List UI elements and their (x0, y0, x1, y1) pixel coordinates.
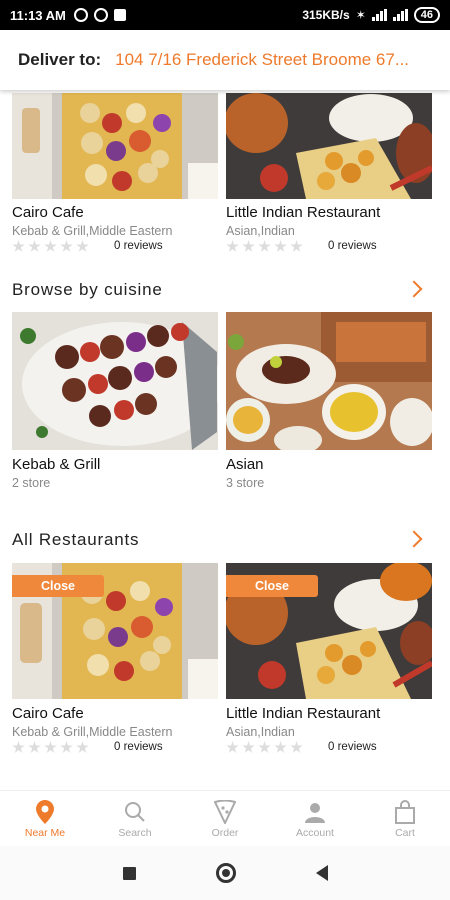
closed-badge: Close (12, 575, 104, 597)
star-icon (28, 741, 41, 753)
nav-search[interactable]: Search (90, 791, 180, 846)
battery-icon: 46 (413, 7, 440, 23)
status-time: 11:13 AM (10, 7, 66, 23)
star-icon (12, 240, 25, 252)
star-icon (242, 741, 255, 753)
nav-account[interactable]: Account (270, 791, 360, 846)
star-icon (274, 240, 287, 252)
cuisine-store-count: 2 store (12, 476, 51, 490)
star-icon (258, 240, 271, 252)
review-count: 0 reviews (328, 240, 377, 252)
star-icon (274, 741, 287, 753)
star-icon (290, 741, 303, 753)
rating-stars (226, 240, 303, 253)
cuisine-image[interactable] (226, 312, 432, 450)
restaurant-name[interactable]: Little Indian Restaurant (226, 204, 380, 221)
account-icon (302, 799, 328, 825)
star-icon (76, 240, 89, 252)
nav-label: Search (118, 826, 152, 839)
trash-icon (113, 9, 126, 21)
nav-label: Order (211, 826, 239, 839)
cuisine-store-count: 3 store (226, 476, 265, 490)
chevron-right-icon[interactable] (405, 280, 423, 298)
bluetooth-icon: ✶ (355, 8, 366, 22)
star-icon (28, 240, 41, 252)
review-count: 0 reviews (328, 741, 377, 753)
restaurant-cuisine: Kebab & Grill,Middle Eastern (12, 224, 173, 238)
star-icon (44, 741, 57, 753)
delivery-address[interactable]: 104 7/16 Frederick Street Broome 67... (115, 50, 409, 70)
restaurant-image[interactable]: Close (12, 563, 218, 699)
shopping-bag-icon (392, 799, 418, 825)
recents-icon[interactable] (122, 866, 136, 880)
rating-stars (12, 240, 89, 253)
restaurant-name[interactable]: Little Indian Restaurant (226, 705, 380, 722)
closed-badge: Close (226, 575, 318, 597)
restaurant-image[interactable] (226, 93, 432, 199)
asian-food-image (226, 312, 432, 450)
search-icon (122, 799, 148, 825)
star-icon (226, 240, 239, 252)
nav-label: Near Me (24, 826, 66, 839)
curry-image (226, 93, 432, 199)
star-icon (60, 741, 73, 753)
signal-icon (371, 9, 387, 21)
cuisine-image[interactable] (12, 312, 218, 450)
nav-near-me[interactable]: Near Me (0, 791, 90, 846)
nav-label: Cart (395, 826, 415, 839)
location-pin-icon (32, 799, 58, 825)
restaurant-name[interactable]: Cairo Cafe (12, 705, 84, 722)
restaurant-image[interactable]: Close (226, 563, 432, 699)
restaurant-name[interactable]: Cairo Cafe (12, 204, 84, 221)
nav-order[interactable]: Order (180, 791, 270, 846)
section-title-all-restaurants: All Restaurants (12, 530, 140, 549)
star-icon (242, 240, 255, 252)
review-count: 0 reviews (114, 741, 163, 753)
star-icon (290, 240, 303, 252)
star-icon (258, 741, 271, 753)
notification-icon (93, 8, 108, 22)
restaurant-image[interactable] (12, 93, 218, 199)
restaurant-cuisine: Asian,Indian (226, 725, 295, 739)
back-icon[interactable] (315, 865, 328, 881)
grill-image (12, 312, 218, 450)
pizza-slice-icon (212, 799, 238, 825)
rating-stars (226, 741, 303, 754)
cuisine-name[interactable]: Asian (226, 456, 264, 473)
notification-icon (73, 8, 88, 22)
signal-icon (392, 9, 408, 21)
rating-stars (12, 741, 89, 754)
star-icon (226, 741, 239, 753)
scroll-content[interactable]: Cairo Cafe Kebab & Grill,Middle Eastern … (0, 90, 450, 790)
star-icon (76, 741, 89, 753)
status-bar: 11:13 AM 315KB/s ✶ 46 (0, 0, 450, 30)
restaurant-cuisine: Asian,Indian (226, 224, 295, 238)
deliver-label: Deliver to: (18, 50, 102, 69)
nav-label: Account (296, 826, 334, 839)
kebab-image (12, 93, 218, 199)
system-nav-bar (0, 846, 450, 900)
star-icon (12, 741, 25, 753)
chevron-right-icon[interactable] (405, 530, 423, 548)
restaurant-cuisine: Kebab & Grill,Middle Eastern (12, 725, 173, 739)
home-icon[interactable] (215, 863, 236, 883)
star-icon (44, 240, 57, 252)
cuisine-name[interactable]: Kebab & Grill (12, 456, 100, 473)
section-title-browse: Browse by cuisine (12, 280, 163, 299)
review-count: 0 reviews (114, 240, 163, 252)
network-speed: 315KB/s (302, 8, 350, 22)
deliver-to-bar[interactable]: Deliver to: 104 7/16 Frederick Street Br… (0, 30, 450, 90)
bottom-nav: Near Me Search Order Account Cart (0, 790, 450, 846)
nav-cart[interactable]: Cart (360, 791, 450, 846)
star-icon (60, 240, 73, 252)
